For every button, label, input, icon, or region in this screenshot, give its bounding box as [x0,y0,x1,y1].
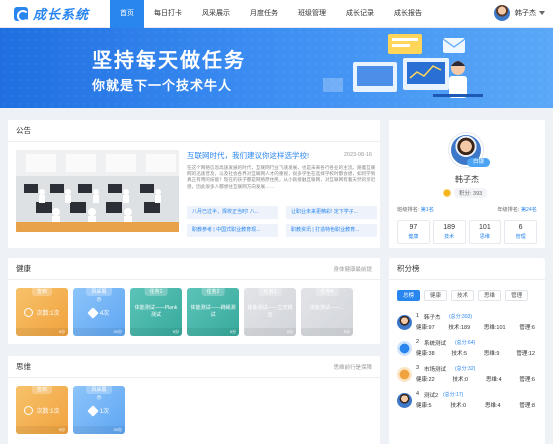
user-name: 韩子杰 [515,10,536,17]
leaderboard-row[interactable]: 3 市场测试 (总分:32) 健康:22 技术:0 思维:4 管理:6 [397,363,537,387]
avatar [397,341,412,356]
mind-subtitle: 思维前行是保障 [333,364,372,371]
leaderboard-row[interactable]: 4 测试2 (总分:17) 健康:5 技术:0 思维:4 管理:8 [397,389,537,413]
health-tile-task-3[interactable]: 任务3 体能测试——立定跳远 5分 [244,288,296,336]
profile-score: 积分: 393 [443,188,488,198]
mind-card: 思维 思维前行是保障 签到 次数:1次 5分 风采展示 1次 20分 [8,356,380,444]
chevron-down-icon [539,11,545,15]
leaderboard-title: 积分榜 [397,264,420,273]
health-title: 健康 [16,264,31,273]
mind-tile-checkin[interactable]: 签到 次数:1次 5分 [16,386,68,434]
notice-date: 2023-08-16 [343,152,372,158]
diamond-icon [87,306,99,319]
nav-item-home[interactable]: 首页 [110,0,144,28]
tab-management[interactable]: 管理 [505,290,529,301]
notice-link-3[interactable]: 职教参考 | 中国式职业教育现... [187,224,278,237]
tab-total[interactable]: 总榜 [397,290,421,301]
nav-item-showcase[interactable]: 风采展示 [192,0,240,28]
tab-tech[interactable]: 技术 [451,290,475,301]
profile-name: 韩子杰 [455,175,479,184]
clock-icon [24,308,34,317]
hero-banner: 坚持每天做任务 你就是下一个技术牛人 [0,28,553,108]
mind-title: 思维 [16,362,31,371]
nav-item-class-management[interactable]: 班级管理 [288,0,336,28]
avatar [397,367,412,382]
notice-link-1[interactable]: 八月已过半，择校正当时! 八... [187,206,278,219]
avatar [494,5,510,21]
coin-icon [443,189,451,197]
stat-health[interactable]: 97 健康 [397,220,430,244]
banner-subline: 你就是下一个技术牛人 [92,78,233,93]
profile-ranks: 班级排名: 第1名 年级排名: 第24名 [397,207,537,213]
notice-card: 公告 互联网时代，我们建议你这样选学校! 2023-08-16 在这个网络信息高… [8,120,380,248]
stat-tech[interactable]: 189 技术 [432,220,466,244]
notice-headline-link[interactable]: 互联网时代，我们建议你这样选学校! [187,150,337,161]
level-badge: 白银 [467,158,491,167]
notice-title: 公告 [16,126,31,135]
app-title: 成长系统 [33,7,90,22]
mind-tile-showcase[interactable]: 风采展示 1次 20分 [73,386,125,434]
notice-link-2[interactable]: 让职业未来更精彩! 定下学子... [286,206,377,219]
stat-mind[interactable]: 101 思维 [468,220,502,244]
health-tile-showcase[interactable]: 风采展示 4次 20分 [73,288,125,336]
profile-card: 白银 韩子杰 积分: 393 班级排名: 第1名 年级排名: 第24名 97 健康… [389,120,545,248]
diamond-icon [87,404,99,417]
health-tile-task-4[interactable]: 任务4 体能测试——... 5分 [301,288,353,336]
health-card: 健康 身体健康最前提 签到 次数:1次 5分 风采展示 4次 20分 任务1 体… [8,258,380,344]
nav-item-growth-report[interactable]: 成长报告 [384,0,432,28]
main-nav: 首页 每日打卡 风采展示 月度任务 班级管理 成长记录 成长报告 [110,0,432,28]
banner-illustration [323,34,483,98]
profile-stats: 97 健康 189 技术 101 思维 6 管理 [397,220,537,244]
user-menu[interactable]: 韩子杰 [494,5,545,21]
top-nav-bar: 成长系统 首页 每日打卡 风采展示 月度任务 班级管理 成长记录 成长报告 韩子… [0,0,553,28]
banner-headline: 坚持每天做任务 [92,50,246,72]
health-subtitle: 身体健康最前提 [333,266,372,273]
notice-link-4[interactable]: 职教资讯 | 打造特色职业教育... [286,224,377,237]
avatar [397,393,412,408]
health-tile-task-1[interactable]: 任务1 体能测试——Plank测试 5分 [130,288,182,336]
clock-icon [24,406,34,415]
leaderboard-row[interactable]: 1 韩子杰 (总分:393) 健康:97 技术:189 思维:101 管理:6 [397,311,537,335]
avatar [397,315,412,330]
tab-mind[interactable]: 思维 [478,290,502,301]
nav-item-daily-checkin[interactable]: 每日打卡 [144,0,192,28]
leaderboard-tabs: 总榜 健康 技术 思维 管理 [397,290,529,301]
app-logo[interactable]: 成长系统 [14,4,104,23]
stat-management[interactable]: 6 管理 [504,220,537,244]
health-tile-checkin[interactable]: 签到 次数:1次 5分 [16,288,68,336]
logo-icon [14,6,29,22]
nav-item-monthly-tasks[interactable]: 月度任务 [240,0,288,28]
leaderboard-card: 积分榜 总榜 健康 技术 思维 管理 1 韩子杰 (总分:393) 健康:97 技… [389,258,545,444]
notice-body: 在这个网络信息高速发展的时代，互联网行业飞速发展，也是未来各行各业的主流。随着互… [187,165,376,189]
health-tile-task-2[interactable]: 任务2 体能测试——跳绳测试 5分 [187,288,239,336]
notice-image[interactable] [16,150,179,232]
tab-health[interactable]: 健康 [424,290,448,301]
nav-item-growth-records[interactable]: 成长记录 [336,0,384,28]
leaderboard-row[interactable]: 2 系统测试 (总分:64) 健康:38 技术:5 思维:9 管理:12 [397,337,537,361]
